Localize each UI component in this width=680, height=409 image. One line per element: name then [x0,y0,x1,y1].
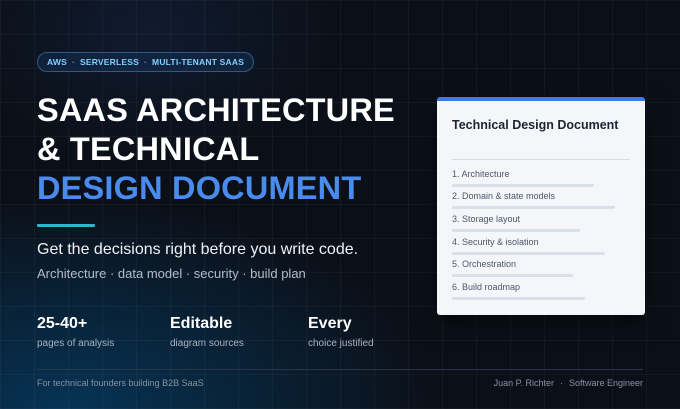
toc-item: 2. Domain & state models [452,191,615,209]
design-document-card: Technical Design Document 1. Architectur… [437,97,645,315]
author-name: Juan P. Richter [493,378,554,388]
toc-placeholder-bar [452,274,573,277]
toc-item-label: 2. Domain & state models [452,191,556,201]
stat-value: Editable [170,315,233,332]
toc-item-label: 3. Storage layout [452,214,521,224]
headline-line-1: SAAS ARCHITECTURE [37,92,395,128]
badge-item-multi-tenant: MULTI-TENANT SAAS [152,57,245,67]
document-title-rule [452,159,630,160]
author-credit: Juan P. Richter · Software Engineer [494,378,643,388]
main-headline: SAAS ARCHITECTURE & TECHNICAL DESIGN DOC… [37,91,395,208]
toc-item-label: 4. Security & isolation [452,237,539,247]
stat-pages: 25-40+ pages of analysis [37,314,114,349]
headline-line-3: DESIGN DOCUMENT [37,170,362,206]
author-role: Software Engineer [568,378,643,388]
audience-note: For technical founders building B2B SaaS [37,378,204,388]
tech-stack-badge: AWS · SERVERLESS · MULTI-TENANT SAAS [37,52,255,72]
toc-placeholder-bar [452,252,605,255]
toc-item: 4. Security & isolation [452,237,605,255]
badge-item-serverless: SERVERLESS [80,57,140,67]
stat-editable: Editable diagram sources [170,314,244,349]
stat-label: diagram sources [170,338,244,349]
headline-line-2: & TECHNICAL [37,131,260,167]
toc-item: 6. Build roadmap [452,282,585,300]
badge-separator: · [144,57,148,67]
sub-tagline: Architecture · data model · security · b… [37,266,306,281]
badge-item-aws: AWS [47,57,67,67]
toc-placeholder-bar [452,206,615,209]
footer-separator: · [559,378,563,388]
footer-divider [37,369,643,370]
document-title: Technical Design Document [452,118,619,132]
stat-value: Every [308,315,352,332]
toc-item-label: 6. Build roadmap [452,282,521,292]
tagline: Get the decisions right before you write… [37,241,359,258]
accent-divider [37,224,95,227]
toc-item: 1. Architecture [452,169,594,187]
stat-label: pages of analysis [37,338,115,349]
stat-label: choice justified [308,338,374,349]
toc-item-label: 5. Orchestration [452,259,517,269]
toc-item: 3. Storage layout [452,214,580,232]
toc-placeholder-bar [452,229,580,232]
badge-separator: · [71,57,75,67]
toc-item: 5. Orchestration [452,259,573,277]
toc-placeholder-bar [452,297,585,300]
toc-item-label: 1. Architecture [452,169,510,179]
toc-placeholder-bar [452,184,594,187]
stat-every: Every choice justified [308,314,374,349]
stat-value: 25-40+ [37,315,88,332]
